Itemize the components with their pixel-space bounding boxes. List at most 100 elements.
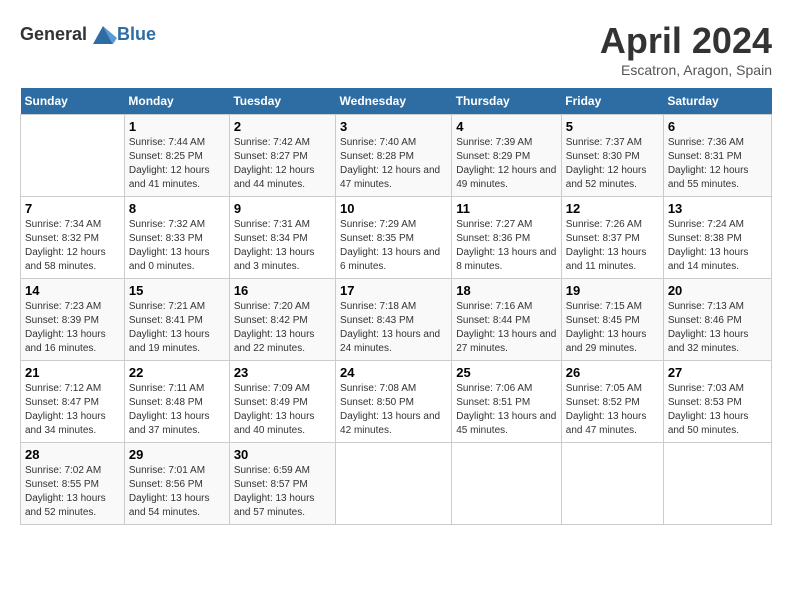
calendar-cell [561,443,663,525]
sunrise-text: Sunrise: 7:12 AM [25,382,120,396]
calendar-cell: 10 Sunrise: 7:29 AM Sunset: 8:35 PM Dayl… [336,197,452,279]
sunset-text: Sunset: 8:36 PM [456,232,557,246]
calendar-table: SundayMondayTuesdayWednesdayThursdayFrid… [20,88,772,525]
sunrise-text: Sunrise: 7:15 AM [566,300,659,314]
sunrise-text: Sunrise: 7:24 AM [668,218,767,232]
page-header: General Blue April 2024 Escatron, Aragon… [20,20,772,78]
cell-info: Sunrise: 7:36 AM Sunset: 8:31 PM Dayligh… [668,136,767,192]
calendar-cell: 6 Sunrise: 7:36 AM Sunset: 8:31 PM Dayli… [663,115,771,197]
day-number: 18 [456,283,557,298]
calendar-cell: 21 Sunrise: 7:12 AM Sunset: 8:47 PM Dayl… [21,361,125,443]
calendar-cell: 28 Sunrise: 7:02 AM Sunset: 8:55 PM Dayl… [21,443,125,525]
sunrise-text: Sunrise: 7:42 AM [234,136,331,150]
week-row-5: 28 Sunrise: 7:02 AM Sunset: 8:55 PM Dayl… [21,443,772,525]
day-number: 12 [566,201,659,216]
cell-info: Sunrise: 7:16 AM Sunset: 8:44 PM Dayligh… [456,300,557,356]
sunrise-text: Sunrise: 7:26 AM [566,218,659,232]
cell-info: Sunrise: 7:27 AM Sunset: 8:36 PM Dayligh… [456,218,557,274]
daylight-text: Daylight: 13 hours and 16 minutes. [25,328,120,356]
header-cell-sunday: Sunday [21,88,125,115]
sunrise-text: Sunrise: 7:29 AM [340,218,447,232]
sunrise-text: Sunrise: 7:34 AM [25,218,120,232]
sunrise-text: Sunrise: 7:16 AM [456,300,557,314]
cell-info: Sunrise: 7:15 AM Sunset: 8:45 PM Dayligh… [566,300,659,356]
daylight-text: Daylight: 13 hours and 37 minutes. [129,410,225,438]
calendar-cell: 12 Sunrise: 7:26 AM Sunset: 8:37 PM Dayl… [561,197,663,279]
sunrise-text: Sunrise: 7:44 AM [129,136,225,150]
sunrise-text: Sunrise: 7:31 AM [234,218,331,232]
daylight-text: Daylight: 12 hours and 47 minutes. [340,164,447,192]
day-number: 14 [25,283,120,298]
cell-info: Sunrise: 7:08 AM Sunset: 8:50 PM Dayligh… [340,382,447,438]
sunset-text: Sunset: 8:25 PM [129,150,225,164]
day-number: 7 [25,201,120,216]
cell-info: Sunrise: 7:23 AM Sunset: 8:39 PM Dayligh… [25,300,120,356]
header-cell-friday: Friday [561,88,663,115]
cell-info: Sunrise: 7:11 AM Sunset: 8:48 PM Dayligh… [129,382,225,438]
calendar-cell: 20 Sunrise: 7:13 AM Sunset: 8:46 PM Dayl… [663,279,771,361]
sunset-text: Sunset: 8:50 PM [340,396,447,410]
day-number: 3 [340,119,447,134]
calendar-cell [663,443,771,525]
calendar-cell: 9 Sunrise: 7:31 AM Sunset: 8:34 PM Dayli… [229,197,335,279]
cell-info: Sunrise: 7:02 AM Sunset: 8:55 PM Dayligh… [25,464,120,520]
calendar-cell: 4 Sunrise: 7:39 AM Sunset: 8:29 PM Dayli… [452,115,562,197]
daylight-text: Daylight: 13 hours and 8 minutes. [456,246,557,274]
sunset-text: Sunset: 8:31 PM [668,150,767,164]
calendar-cell: 16 Sunrise: 7:20 AM Sunset: 8:42 PM Dayl… [229,279,335,361]
sunset-text: Sunset: 8:38 PM [668,232,767,246]
calendar-cell: 30 Sunrise: 6:59 AM Sunset: 8:57 PM Dayl… [229,443,335,525]
daylight-text: Daylight: 13 hours and 29 minutes. [566,328,659,356]
cell-info: Sunrise: 7:21 AM Sunset: 8:41 PM Dayligh… [129,300,225,356]
calendar-cell [21,115,125,197]
cell-info: Sunrise: 7:18 AM Sunset: 8:43 PM Dayligh… [340,300,447,356]
calendar-cell [452,443,562,525]
cell-info: Sunrise: 7:03 AM Sunset: 8:53 PM Dayligh… [668,382,767,438]
day-number: 19 [566,283,659,298]
calendar-cell: 29 Sunrise: 7:01 AM Sunset: 8:56 PM Dayl… [124,443,229,525]
cell-info: Sunrise: 7:31 AM Sunset: 8:34 PM Dayligh… [234,218,331,274]
daylight-text: Daylight: 12 hours and 49 minutes. [456,164,557,192]
calendar-cell: 18 Sunrise: 7:16 AM Sunset: 8:44 PM Dayl… [452,279,562,361]
sunrise-text: Sunrise: 7:05 AM [566,382,659,396]
daylight-text: Daylight: 12 hours and 41 minutes. [129,164,225,192]
logo-icon [89,20,117,48]
calendar-cell: 24 Sunrise: 7:08 AM Sunset: 8:50 PM Dayl… [336,361,452,443]
logo: General Blue [20,20,156,48]
logo-blue: Blue [117,24,156,45]
cell-info: Sunrise: 6:59 AM Sunset: 8:57 PM Dayligh… [234,464,331,520]
cell-info: Sunrise: 7:37 AM Sunset: 8:30 PM Dayligh… [566,136,659,192]
calendar-cell [336,443,452,525]
sunset-text: Sunset: 8:45 PM [566,314,659,328]
cell-info: Sunrise: 7:06 AM Sunset: 8:51 PM Dayligh… [456,382,557,438]
calendar-cell: 14 Sunrise: 7:23 AM Sunset: 8:39 PM Dayl… [21,279,125,361]
calendar-cell: 25 Sunrise: 7:06 AM Sunset: 8:51 PM Dayl… [452,361,562,443]
sunset-text: Sunset: 8:47 PM [25,396,120,410]
day-number: 8 [129,201,225,216]
sunset-text: Sunset: 8:49 PM [234,396,331,410]
daylight-text: Daylight: 13 hours and 6 minutes. [340,246,447,274]
day-number: 21 [25,365,120,380]
header-cell-saturday: Saturday [663,88,771,115]
daylight-text: Daylight: 12 hours and 52 minutes. [566,164,659,192]
calendar-cell: 19 Sunrise: 7:15 AM Sunset: 8:45 PM Dayl… [561,279,663,361]
day-number: 23 [234,365,331,380]
daylight-text: Daylight: 13 hours and 40 minutes. [234,410,331,438]
day-number: 27 [668,365,767,380]
calendar-cell: 3 Sunrise: 7:40 AM Sunset: 8:28 PM Dayli… [336,115,452,197]
daylight-text: Daylight: 13 hours and 19 minutes. [129,328,225,356]
header-cell-thursday: Thursday [452,88,562,115]
sunset-text: Sunset: 8:34 PM [234,232,331,246]
cell-info: Sunrise: 7:24 AM Sunset: 8:38 PM Dayligh… [668,218,767,274]
calendar-cell: 27 Sunrise: 7:03 AM Sunset: 8:53 PM Dayl… [663,361,771,443]
cell-info: Sunrise: 7:42 AM Sunset: 8:27 PM Dayligh… [234,136,331,192]
sunset-text: Sunset: 8:29 PM [456,150,557,164]
daylight-text: Daylight: 13 hours and 50 minutes. [668,410,767,438]
daylight-text: Daylight: 13 hours and 54 minutes. [129,492,225,520]
calendar-header: SundayMondayTuesdayWednesdayThursdayFrid… [21,88,772,115]
cell-info: Sunrise: 7:40 AM Sunset: 8:28 PM Dayligh… [340,136,447,192]
sunrise-text: Sunrise: 7:21 AM [129,300,225,314]
cell-info: Sunrise: 7:26 AM Sunset: 8:37 PM Dayligh… [566,218,659,274]
daylight-text: Daylight: 12 hours and 58 minutes. [25,246,120,274]
daylight-text: Daylight: 13 hours and 57 minutes. [234,492,331,520]
